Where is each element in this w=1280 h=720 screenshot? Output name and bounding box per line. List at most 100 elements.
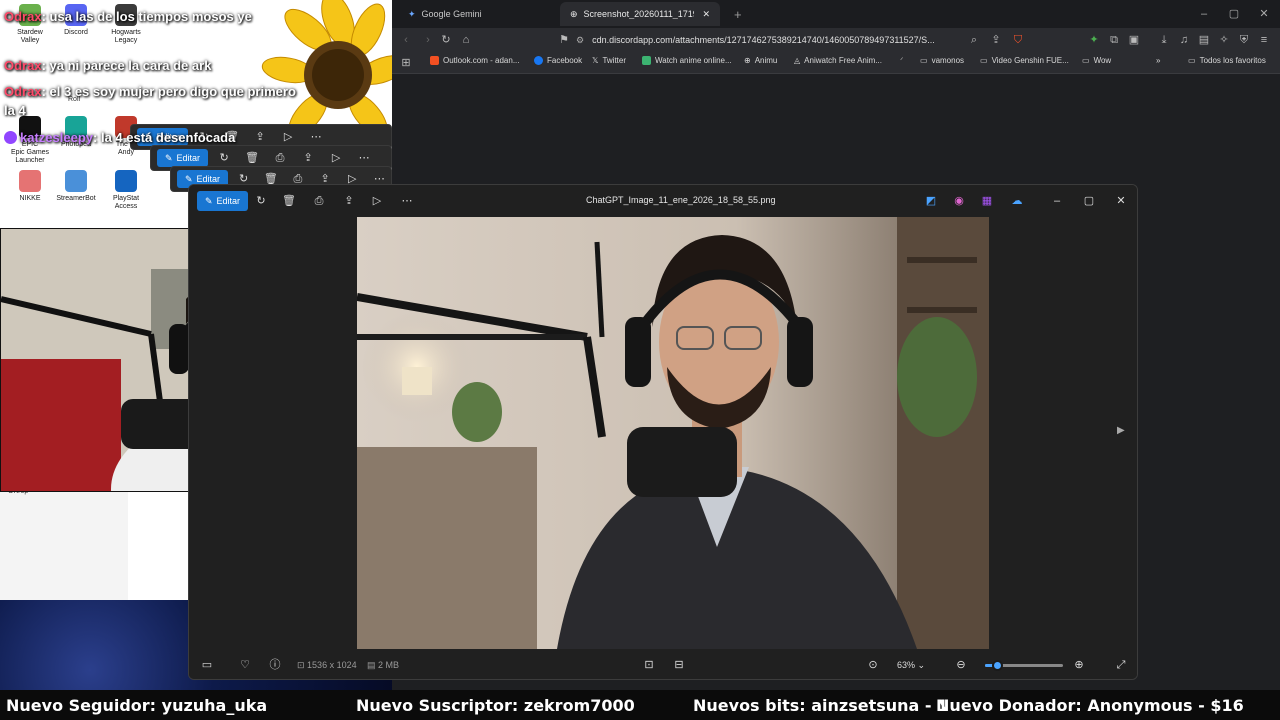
bookmarks-overflow-chevron-icon[interactable]: » — [1156, 56, 1160, 65]
edit-button[interactable]: ✎ Editar — [197, 191, 249, 211]
app-icon — [19, 170, 41, 192]
close-window-icon[interactable]: ✕ — [1254, 6, 1274, 22]
zoom-slider[interactable] — [985, 660, 1063, 671]
zoom-level-dropdown[interactable]: 63% ⌄ — [897, 660, 925, 671]
desktop-icon[interactable]: StreamerBot — [48, 170, 104, 203]
share-icon[interactable]: ⇪ — [337, 192, 361, 210]
home-icon[interactable]: ⌂ — [458, 32, 474, 48]
app-icon — [115, 170, 137, 192]
photo-filename: ChatGPT_Image_11_ene_2026_18_58_55.png — [586, 195, 776, 205]
menu-icon[interactable]: ≡ — [1256, 32, 1272, 48]
zoom-icon[interactable]: ⌕ — [966, 32, 982, 48]
designer-icon[interactable]: ◩ — [921, 193, 941, 209]
minimize-icon[interactable]: – — [1047, 193, 1067, 209]
globe-icon: ⊕ — [570, 8, 578, 19]
sidebar-icon[interactable]: ▣ — [1126, 32, 1142, 48]
copilot-icon[interactable]: ◉ — [949, 193, 969, 209]
rotate-icon[interactable]: ↻ — [212, 149, 236, 167]
vpn-icon[interactable]: ⛨ — [1236, 32, 1252, 48]
favorite-heart-icon[interactable]: ♡ — [235, 657, 255, 673]
maximize-icon[interactable]: ▢ — [1079, 193, 1099, 209]
wallet-icon[interactable]: ▤ — [1196, 32, 1212, 48]
desktop-icon-label: PlayStat Access — [112, 195, 140, 210]
visual-search-icon[interactable]: ⊟ — [669, 657, 689, 673]
apps-grid-icon[interactable]: ⊞ — [398, 55, 414, 71]
bookmark-folder-wow[interactable]: ▭ Wow — [1082, 56, 1111, 65]
bookmark-folder-video-genshin[interactable]: ▭ Video Genshin FUE... — [980, 56, 1069, 65]
more-icon[interactable]: ⋯ — [352, 149, 376, 167]
bookmark-twitter[interactable]: 𝕏 Twitter — [592, 56, 626, 65]
zoom-slider-thumb[interactable] — [991, 660, 1003, 671]
fullscreen-icon[interactable]: ⤢ — [1111, 657, 1131, 673]
maximize-icon[interactable]: ▢ — [1224, 6, 1244, 22]
reload-icon[interactable]: ↻ — [438, 32, 454, 48]
minimize-icon[interactable]: – — [1194, 6, 1214, 22]
tab-screenshot[interactable]: ⊕ Screenshot_20260111_171935_I ✕ — [560, 2, 720, 26]
facebook-icon — [534, 56, 543, 65]
gemini-icon: ✦ — [408, 8, 416, 19]
all-bookmarks-folder[interactable]: ▭ Todos los favoritos — [1188, 56, 1266, 65]
zoom-out-icon[interactable]: ⊖ — [951, 657, 971, 673]
chat-message: Odrax: el 3 es soy mujer pero digo que p… — [4, 84, 296, 99]
outlook-icon — [430, 56, 439, 65]
bookmark-facebook[interactable]: Facebook — [534, 56, 582, 65]
bookmark-folder-vamonos[interactable]: ▭ vamonos — [920, 56, 964, 65]
globe-icon: ⊕ — [744, 56, 751, 65]
info-icon[interactable]: ⓘ — [265, 657, 285, 673]
close-tab-icon[interactable]: ✕ — [702, 9, 710, 20]
back-icon[interactable]: ‹ — [398, 32, 414, 48]
folder-icon: ▭ — [920, 56, 928, 65]
photos-title-bar: ✎ Editar ↻ 🗑 ⎙ ⇪ ▷ ⋯ ChatGPT_Image_11_en… — [189, 185, 1137, 217]
bookmark-watch-anime[interactable]: Watch anime online... — [642, 56, 732, 65]
desktop-icon-label: Hogwarts Legacy — [111, 29, 141, 44]
crop-icon[interactable]: ⊡ — [639, 657, 659, 673]
music-icon[interactable]: ♫ — [1176, 32, 1192, 48]
close-icon[interactable]: ✕ — [1111, 193, 1131, 209]
zoom-in-icon[interactable]: ⊕ — [1069, 657, 1089, 673]
leo-ai-icon[interactable]: ✧ — [1216, 32, 1232, 48]
site-info-icon[interactable]: ⚙ — [576, 35, 584, 46]
rotate-icon[interactable]: ↻ — [249, 192, 273, 210]
desktop-icon-label: StreamerBot — [56, 195, 96, 202]
bookmark-aniwatch[interactable]: ◬ Aniwatch Free Anim... — [794, 56, 882, 65]
slideshow-icon[interactable]: ▷ — [365, 192, 389, 210]
anime-site-icon — [642, 56, 651, 65]
extension-icon[interactable]: ✦ — [1086, 32, 1102, 48]
photo-canvas[interactable] — [357, 217, 989, 649]
more-options-icon[interactable]: ⋯ — [395, 192, 419, 210]
actual-size-icon[interactable]: ⊙ — [863, 657, 883, 673]
next-image-chevron-icon[interactable]: ▶ — [1117, 425, 1125, 436]
brave-shield-icon[interactable]: ⛉ — [1010, 32, 1026, 48]
bookmark-animu[interactable]: ⊕ Animu — [744, 56, 777, 65]
folder-icon: ▭ — [1188, 56, 1196, 65]
forward-icon[interactable]: › — [420, 32, 436, 48]
tab-google-gemini[interactable]: ✦ Google Gemini — [398, 2, 492, 26]
delete-icon[interactable]: 🗑 — [277, 192, 301, 210]
print-icon[interactable]: ⎙ — [268, 149, 292, 167]
address-bar[interactable]: ⚙ cdn.discordapp.com/attachments/1271746… — [562, 30, 1034, 50]
slideshow-icon[interactable]: ▷ — [276, 128, 300, 146]
slideshow-icon[interactable]: ▷ — [324, 149, 348, 167]
chat-message-continuation: la 4 — [4, 103, 26, 118]
extensions-puzzle-icon[interactable]: ⧉ — [1106, 32, 1122, 48]
download-icon[interactable]: ⤓ — [1156, 32, 1172, 48]
more-icon[interactable]: ⋯ — [304, 128, 328, 146]
clipchamp-icon[interactable]: ▦ — [977, 193, 997, 209]
share-icon[interactable]: ⇪ — [988, 32, 1004, 48]
stream-alerts-ticker: Nuevo Seguidor: yuzuha_uka Nuevo Suscrip… — [0, 690, 1280, 720]
new-donor-alert: Nuevo Donador: Anonymous - $16 — [936, 696, 1244, 715]
print-icon[interactable]: ⎙ — [307, 192, 331, 210]
edit-button[interactable]: ✎ Editar — [157, 149, 209, 167]
bookmarks-bar: ⊞ Outlook.com - adan... Facebook 𝕏 Twitte… — [392, 52, 1280, 74]
share-icon[interactable]: ⇪ — [296, 149, 320, 167]
desktop-icon-label: Discord — [64, 29, 88, 36]
share-icon[interactable]: ⇪ — [248, 128, 272, 146]
desktop-icon[interactable]: PlayStat Access — [98, 170, 154, 211]
photos-window: ✎ Editar ↻ 🗑 ⎙ ⇪ ▷ ⋯ ChatGPT_Image_11_en… — [188, 184, 1138, 680]
bookmark-outlook[interactable]: Outlook.com - adan... — [430, 56, 519, 65]
navigation-bar: ‹ › ↻ ⌂ ⚑ ⚙ cdn.discordapp.com/attachmen… — [392, 28, 1280, 52]
delete-icon[interactable]: 🗑 — [240, 149, 264, 167]
filmstrip-icon[interactable]: ▭ — [197, 657, 217, 673]
new-tab-button[interactable]: + — [724, 2, 752, 26]
onedrive-icon[interactable]: ☁ — [1007, 193, 1027, 209]
